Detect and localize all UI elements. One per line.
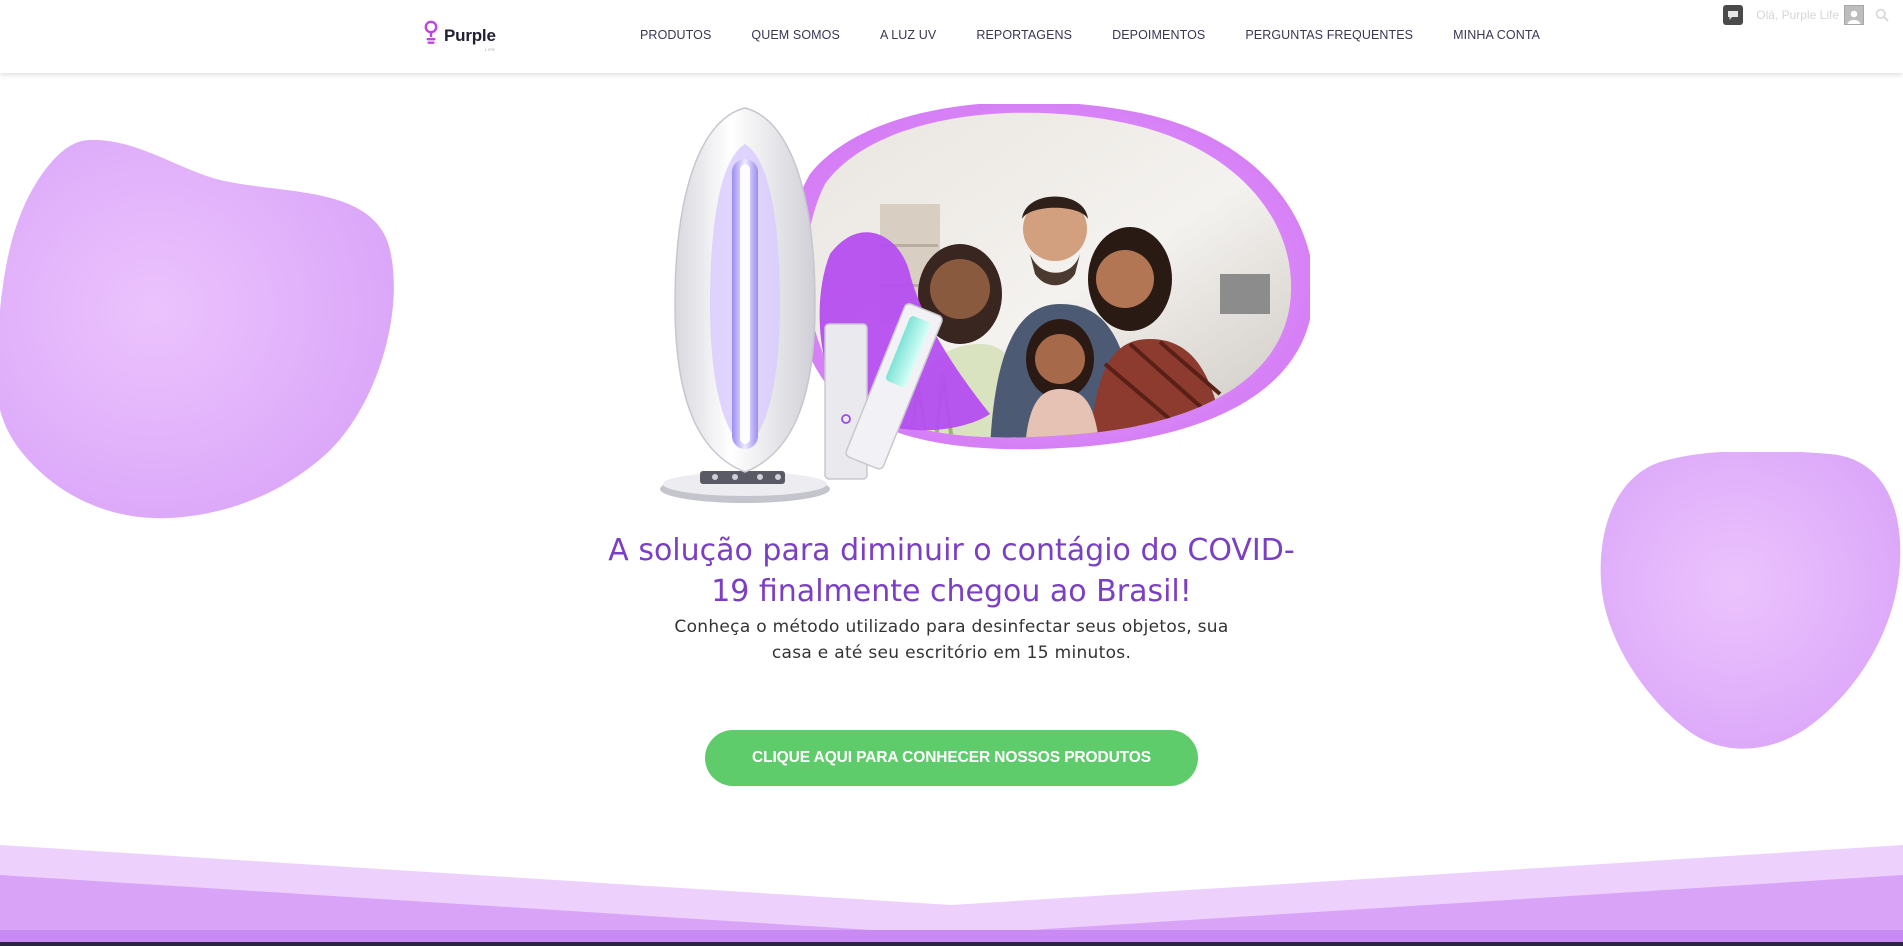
site-header: Purple LIFE PRODUTOS QUEM SOMOS A LUZ UV… bbox=[0, 0, 1903, 73]
hero-headline: A solução para diminuir o contágio do CO… bbox=[608, 533, 1295, 609]
nav-produtos[interactable]: PRODUTOS bbox=[640, 28, 711, 42]
decorative-blob-left bbox=[0, 140, 394, 519]
main-nav: PRODUTOS QUEM SOMOS A LUZ UV REPORTAGENS… bbox=[640, 28, 1540, 42]
nav-minha-conta[interactable]: MINHA CONTA bbox=[1453, 28, 1540, 42]
nav-depoimentos[interactable]: DEPOIMENTOS bbox=[1112, 28, 1205, 42]
decorative-wave-footer bbox=[0, 845, 1903, 946]
page: Purple LIFE PRODUTOS QUEM SOMOS A LUZ UV… bbox=[0, 0, 1903, 946]
cta-button-conhecer-produtos[interactable]: CLIQUE AQUI PARA CONHECER NOSSOS PRODUTO… bbox=[705, 730, 1198, 786]
lightbulb-logo-icon bbox=[424, 20, 438, 44]
nav-reportagens[interactable]: REPORTAGENS bbox=[976, 28, 1072, 42]
avatar[interactable] bbox=[1844, 5, 1864, 25]
logo[interactable]: Purple LIFE bbox=[423, 20, 496, 52]
logo-subtext: LIFE bbox=[485, 47, 496, 52]
nav-a-luz-uv[interactable]: A LUZ UV bbox=[880, 28, 936, 42]
nav-quem-somos[interactable]: QUEM SOMOS bbox=[751, 28, 840, 42]
decorative-blob-right bbox=[1600, 452, 1901, 749]
hero-subheadline: Conheça o método utilizado para desinfec… bbox=[674, 617, 1229, 663]
user-greeting[interactable]: Olá, Purple Life bbox=[1756, 8, 1839, 22]
search-icon[interactable] bbox=[1875, 8, 1889, 22]
logo-text: Purple bbox=[444, 26, 496, 45]
chat-icon[interactable] bbox=[1723, 5, 1744, 25]
hero-image bbox=[660, 104, 1310, 503]
nav-perguntas-frequentes[interactable]: PERGUNTAS FREQUENTES bbox=[1245, 28, 1413, 42]
admin-user-bar: Olá, Purple Life bbox=[1723, 5, 1889, 25]
